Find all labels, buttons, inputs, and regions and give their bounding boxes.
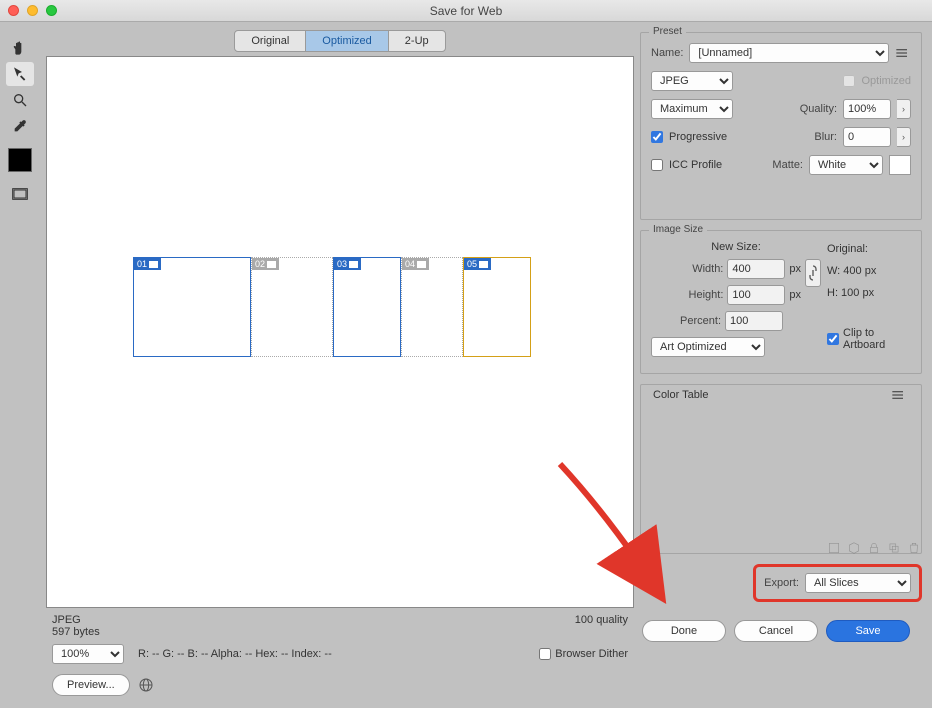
optimized-checkbox [843,75,855,87]
slice-05[interactable]: 05 [463,257,531,357]
zoom-tool[interactable] [6,88,34,112]
matte-swatch[interactable] [889,155,911,175]
eyedropper-tool[interactable] [6,114,34,138]
browser-dither-toggle[interactable]: Browser Dither [539,648,628,660]
image-size-panel: Image Size New Size: Width: px Height: [640,230,922,374]
constrain-proportions-icon[interactable] [805,259,821,287]
clip-to-artboard-checkbox[interactable] [827,333,839,345]
blur-input[interactable] [843,127,891,147]
new-swatch-icon [887,541,901,555]
zoom-select[interactable]: 100% [52,644,124,664]
quality-stepper[interactable]: › [897,99,911,119]
snap-to-web-icon [827,541,841,555]
clip-to-artboard-toggle[interactable]: Clip to Artboard [827,327,911,351]
preset-menu-icon[interactable] [895,47,911,59]
preset-panel: Preset Name: [Unnamed] JPEG Optimized Ma… [640,32,922,220]
pixel-info: R: -- G: -- B: -- Alpha: -- Hex: -- Inde… [138,648,332,660]
done-button[interactable]: Done [642,620,726,642]
format-select[interactable]: JPEG [651,71,733,91]
color-table-panel: Color Table [640,384,922,554]
close-window-button[interactable] [8,5,19,16]
tab-optimized[interactable]: Optimized [306,31,389,51]
height-input[interactable] [727,285,785,305]
quality-input[interactable] [843,99,891,119]
hand-tool[interactable] [6,36,34,60]
preview-button[interactable]: Preview... [52,674,130,696]
matte-select[interactable]: White [809,155,883,175]
tab-2up[interactable]: 2-Up [389,31,445,51]
progressive-checkbox[interactable] [651,131,663,143]
save-button[interactable]: Save [826,620,910,642]
export-label: Export: [764,577,799,589]
zoom-window-button[interactable] [46,5,57,16]
tab-original[interactable]: Original [235,31,306,51]
slice-04[interactable]: 04 [401,257,463,357]
preview-in-browser-icon[interactable] [138,677,154,693]
preset-name-select[interactable]: [Unnamed] [689,43,889,63]
eyedropper-color-swatch[interactable] [8,148,32,172]
slice-01[interactable]: 01 [133,257,251,357]
interpolation-select[interactable]: Art Optimized [651,337,765,357]
blur-stepper[interactable]: › [897,127,911,147]
cancel-button[interactable]: Cancel [734,620,818,642]
quality-preset-select[interactable]: Maximum [651,99,733,119]
color-table-menu-icon[interactable] [891,389,907,401]
slice-visibility-toggle[interactable] [6,182,34,206]
icc-profile-checkbox[interactable] [651,159,663,171]
slice-select-tool[interactable] [6,62,34,86]
format-info: JPEG 597 bytes [52,614,100,638]
export-select[interactable]: All Slices [805,573,911,593]
quality-info: 100 quality [575,614,628,638]
slice-02[interactable]: 02 [251,257,333,357]
slice-03[interactable]: 03 [333,257,401,357]
minimize-window-button[interactable] [27,5,38,16]
export-highlight: Export: All Slices [753,564,922,602]
preview-canvas[interactable]: 01 02 03 04 05 [46,56,634,608]
trash-icon [907,541,921,555]
percent-input[interactable] [725,311,783,331]
tool-palette [0,22,40,708]
cube-icon [847,541,861,555]
width-input[interactable] [727,259,785,279]
lock-icon [867,541,881,555]
browser-dither-checkbox[interactable] [539,648,551,660]
view-tabs: Original Optimized 2-Up [234,30,445,52]
window-title: Save for Web [430,4,502,18]
